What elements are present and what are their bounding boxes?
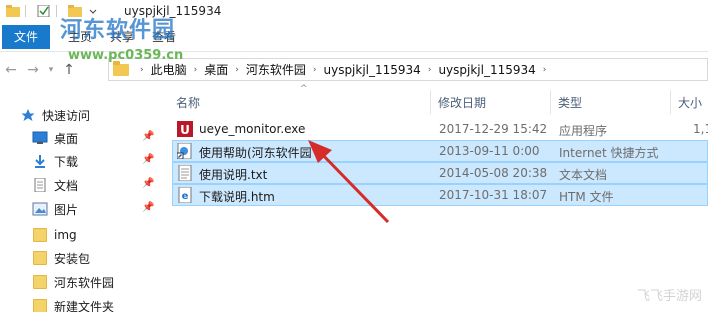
toolbar-separator — [56, 5, 57, 17]
svg-text:U: U — [180, 123, 190, 137]
file-type: 文本文档 — [559, 168, 608, 182]
folder-icon[interactable] — [6, 5, 20, 17]
breadcrumb-desktop[interactable]: 桌面 — [204, 61, 228, 78]
breadcrumb-current-folder[interactable]: uyspjkjl_115934 — [438, 63, 535, 77]
nav-item-pictures[interactable]: 图片 📌 — [32, 198, 160, 220]
file-row[interactable]: 使用说明.txt 2014-05-08 20:38 文本文档 — [172, 162, 708, 184]
folder-icon — [32, 251, 48, 265]
toolbar-separator — [25, 5, 26, 17]
exe-icon: U — [177, 121, 193, 137]
watermark-logo: 河东软件园 — [60, 18, 176, 43]
file-type: Internet 快捷方式 — [559, 146, 659, 160]
file-type: HTM 文件 — [559, 190, 614, 204]
back-arrow-icon[interactable]: ← — [0, 59, 22, 81]
file-size: 1,1 — [693, 122, 708, 136]
file-modified: 2014-05-08 20:38 — [439, 166, 548, 180]
folder-icon — [113, 60, 129, 76]
nav-item-label: 图片 — [54, 202, 79, 217]
breadcrumb-separator[interactable]: › — [140, 65, 144, 75]
column-name[interactable]: 名称 — [176, 94, 200, 111]
shortcut-icon — [177, 143, 193, 159]
breadcrumb-folder[interactable]: uyspjkjl_115934 — [323, 63, 420, 77]
file-name: 下载说明.htm — [199, 190, 275, 204]
nav-item-label: 快速访问 — [42, 108, 91, 123]
column-headers: ^ 名称 修改日期 类型 大小 — [160, 84, 708, 114]
nav-item-label: 河东软件园 — [54, 275, 115, 290]
file-row[interactable]: 使用帮助(河东软件园 2013-09-11 0:00 Internet 快捷方式 — [172, 140, 708, 162]
column-type[interactable]: 类型 — [558, 94, 582, 111]
file-modified: 2013-09-11 0:00 — [439, 144, 540, 158]
desktop-icon — [32, 131, 48, 145]
svg-text:e: e — [182, 191, 189, 202]
breadcrumb-separator[interactable]: › — [235, 65, 239, 75]
column-size[interactable]: 大小 — [678, 94, 702, 111]
nav-item-label: 桌面 — [54, 131, 79, 146]
sort-ascending-icon: ^ — [300, 84, 308, 94]
download-icon — [32, 154, 48, 168]
nav-item-desktop[interactable]: 桌面 📌 — [32, 127, 160, 149]
recent-locations-icon[interactable]: ▾ — [44, 59, 58, 81]
file-type: 应用程序 — [559, 124, 608, 138]
nav-item-quick-access[interactable]: 快速访问 — [20, 104, 160, 126]
nav-item-downloads[interactable]: 下载 📌 — [32, 150, 160, 172]
nav-item-install-packages[interactable]: 安装包 — [32, 247, 160, 269]
watermark-url: www.pc0359.cn — [68, 48, 184, 63]
watermark-corner: 飞飞手游网 — [636, 289, 702, 304]
forward-arrow-icon[interactable]: → — [22, 59, 44, 81]
breadcrumb-separator[interactable]: › — [543, 65, 547, 75]
file-row[interactable]: U ueye_monitor.exe 2017-12-29 15:42 应用程序… — [172, 118, 708, 140]
column-divider[interactable] — [670, 90, 671, 114]
pin-icon[interactable]: 📌 — [142, 131, 154, 142]
breadcrumb-separator[interactable]: › — [194, 65, 198, 75]
pin-icon[interactable]: 📌 — [142, 202, 154, 213]
pin-icon[interactable]: 📌 — [142, 154, 154, 165]
nav-item-img[interactable]: img — [32, 224, 160, 246]
file-row[interactable]: e 下载说明.htm 2017-10-31 18:07 HTM 文件 — [172, 184, 708, 206]
nav-item-label: 文档 — [54, 178, 79, 193]
star-icon — [20, 108, 36, 122]
column-divider[interactable] — [550, 90, 551, 114]
address-bar[interactable]: › 此电脑 › 桌面 › 河东软件园 › uyspjkjl_115934 › u… — [108, 58, 708, 81]
nav-item-documents[interactable]: 文档 📌 — [32, 174, 160, 196]
folder-icon — [32, 275, 48, 289]
file-name: 使用说明.txt — [199, 168, 268, 182]
breadcrumb-separator[interactable]: › — [313, 65, 317, 75]
nav-item-hedong[interactable]: 河东软件园 — [32, 271, 160, 293]
pin-icon[interactable]: 📌 — [142, 178, 154, 189]
nav-item-new-folder[interactable]: 新建文件夹 — [32, 295, 160, 312]
properties-icon[interactable] — [37, 4, 51, 18]
picture-icon — [32, 202, 48, 216]
file-name: 使用帮助(河东软件园 — [199, 146, 312, 160]
nav-item-label: 安装包 — [54, 251, 91, 266]
text-file-icon — [177, 165, 193, 181]
file-modified: 2017-10-31 18:07 — [439, 188, 548, 202]
html-file-icon: e — [177, 187, 193, 203]
breadcrumb-this-pc[interactable]: 此电脑 — [151, 61, 187, 78]
breadcrumb-hedong[interactable]: 河东软件园 — [246, 61, 306, 78]
nav-item-label: img — [54, 228, 77, 242]
tab-file[interactable]: 文件 — [2, 24, 50, 49]
navigation-pane: 快速访问 桌面 📌 下载 📌 文档 📌 图片 📌 img 安装包 河东软件园 新… — [0, 90, 160, 312]
folder-icon — [32, 228, 48, 242]
nav-item-label: 下载 — [54, 154, 79, 169]
document-icon — [32, 178, 48, 192]
folder-icon — [32, 299, 48, 312]
column-modified[interactable]: 修改日期 — [438, 94, 486, 111]
file-name: ueye_monitor.exe — [199, 122, 306, 136]
file-modified: 2017-12-29 15:42 — [439, 122, 548, 136]
column-divider[interactable] — [430, 90, 431, 114]
breadcrumb-separator[interactable]: › — [428, 65, 432, 75]
nav-item-label: 新建文件夹 — [54, 299, 115, 312]
